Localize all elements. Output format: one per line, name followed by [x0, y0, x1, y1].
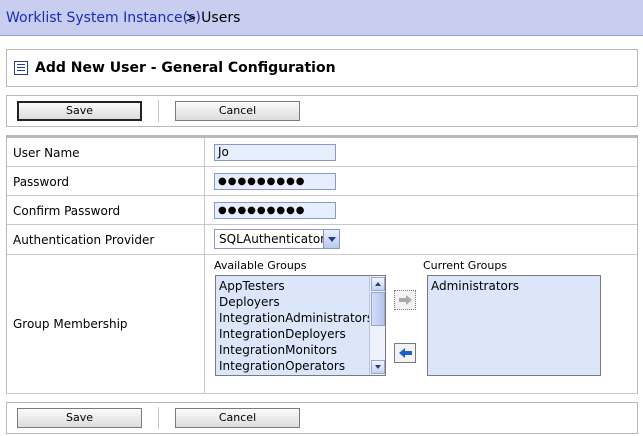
breadcrumb-current: > Users	[185, 10, 241, 26]
row-password: Password ●●●●●●●●●	[7, 167, 637, 196]
password-label: Password	[13, 175, 70, 189]
list-item[interactable]: IntegrationDeployers	[219, 326, 373, 342]
user-form: User Name Jo Password ●●●●●●●●● Confirm …	[6, 135, 638, 394]
list-item[interactable]: Administrators	[431, 278, 519, 294]
user-name-input[interactable]: Jo	[214, 144, 336, 161]
scroll-up-icon[interactable]	[371, 277, 385, 291]
auth-provider-select[interactable]: SQLAuthenticator	[214, 229, 340, 249]
save-button[interactable]: Save	[17, 101, 142, 121]
auth-provider-value: SQLAuthenticator	[219, 232, 326, 246]
cancel-button-bottom[interactable]: Cancel	[175, 408, 300, 428]
scroll-thumb[interactable]	[371, 292, 385, 326]
row-confirm-password: Confirm Password ●●●●●●●●●	[7, 196, 637, 225]
list-icon	[14, 61, 28, 75]
breadcrumb-link-worklist-instances[interactable]: Worklist System Instance(s)	[6, 10, 201, 26]
remove-group-button[interactable]	[394, 343, 416, 363]
current-groups-label: Current Groups	[423, 259, 508, 272]
arrow-left-icon	[399, 348, 412, 358]
list-item[interactable]: IntegrationMonitors	[219, 342, 373, 358]
chevron-down-icon[interactable]	[323, 230, 339, 248]
cancel-button[interactable]: Cancel	[175, 101, 300, 121]
breadcrumb: Worklist System Instance(s) > Users	[0, 0, 643, 36]
toolbar-divider	[158, 100, 159, 122]
auth-provider-label: Authentication Provider	[13, 233, 155, 247]
confirm-password-input[interactable]: ●●●●●●●●●	[214, 202, 336, 219]
available-groups-label: Available Groups	[214, 259, 307, 272]
group-membership-label: Group Membership	[13, 317, 128, 331]
confirm-password-label: Confirm Password	[13, 204, 121, 218]
list-item[interactable]: AppTesters	[219, 278, 373, 294]
available-groups-scrollbar[interactable]	[369, 276, 385, 375]
page-title: Add New User - General Configuration	[35, 60, 336, 76]
available-groups-items: AppTesters Deployers IntegrationAdminist…	[219, 278, 373, 374]
save-button-bottom[interactable]: Save	[17, 408, 142, 428]
row-auth-provider: Authentication Provider SQLAuthenticator	[7, 225, 637, 255]
password-input[interactable]: ●●●●●●●●●	[214, 173, 336, 190]
toolbar-divider	[158, 407, 159, 429]
arrow-right-icon	[399, 295, 412, 305]
current-groups-items: Administrators	[431, 278, 519, 294]
available-groups-list[interactable]: AppTesters Deployers IntegrationAdminist…	[215, 275, 386, 376]
scroll-down-icon[interactable]	[371, 360, 385, 374]
top-toolbar: Save Cancel	[6, 95, 638, 127]
page-header: Add New User - General Configuration	[6, 49, 638, 87]
bottom-toolbar: Save Cancel	[6, 402, 638, 434]
add-group-button[interactable]	[394, 290, 416, 310]
row-user-name: User Name Jo	[7, 138, 637, 167]
current-groups-list[interactable]: Administrators	[427, 275, 601, 376]
user-name-label: User Name	[13, 146, 80, 160]
list-item[interactable]: IntegrationOperators	[219, 358, 373, 374]
list-item[interactable]: IntegrationAdministrators	[219, 310, 373, 326]
list-item[interactable]: Deployers	[219, 294, 373, 310]
